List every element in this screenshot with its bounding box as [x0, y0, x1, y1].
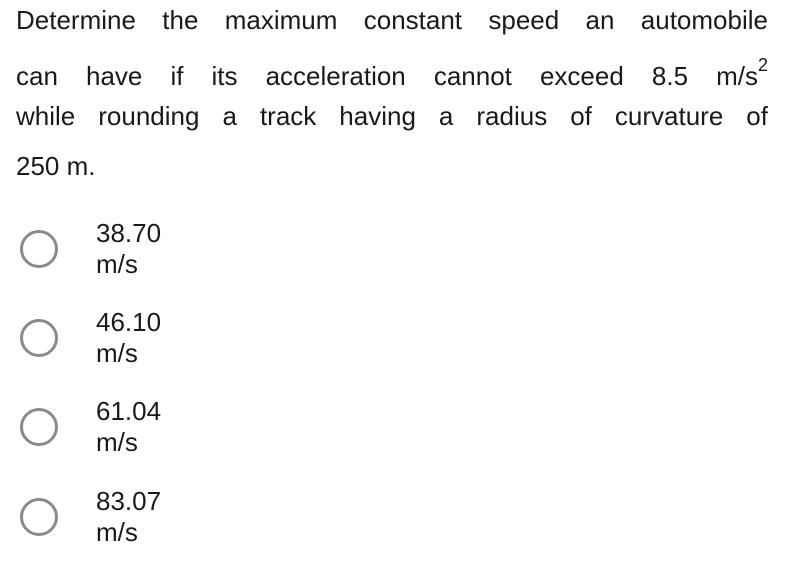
option-2[interactable]: 46.10 m/s	[20, 307, 161, 368]
radio-button-icon[interactable]	[20, 230, 58, 268]
option-4[interactable]: 83.07 m/s	[20, 486, 161, 547]
question-line-3: while rounding a track having a radius o…	[16, 101, 768, 131]
radio-button-icon[interactable]	[20, 408, 58, 446]
radio-button-icon[interactable]	[20, 498, 58, 536]
question-line-1: Determine the maximum constant speed an …	[16, 5, 768, 35]
option-label: 38.70 m/s	[96, 218, 162, 279]
question-text: Determine the maximum constant speed an …	[16, 0, 768, 188]
question-line-4: 250 m.	[16, 151, 96, 181]
question-line-2-text: can have if its acceleration cannot exce…	[16, 61, 758, 91]
option-label: 61.04 m/s	[96, 396, 162, 457]
option-1[interactable]: 38.70 m/s	[20, 218, 161, 279]
option-label: 83.07 m/s	[96, 486, 162, 547]
superscript-exponent: 2	[757, 55, 768, 76]
radio-button-icon[interactable]	[20, 319, 58, 357]
option-label: 46.10 m/s	[96, 307, 162, 368]
option-3[interactable]: 61.04 m/s	[20, 396, 161, 457]
